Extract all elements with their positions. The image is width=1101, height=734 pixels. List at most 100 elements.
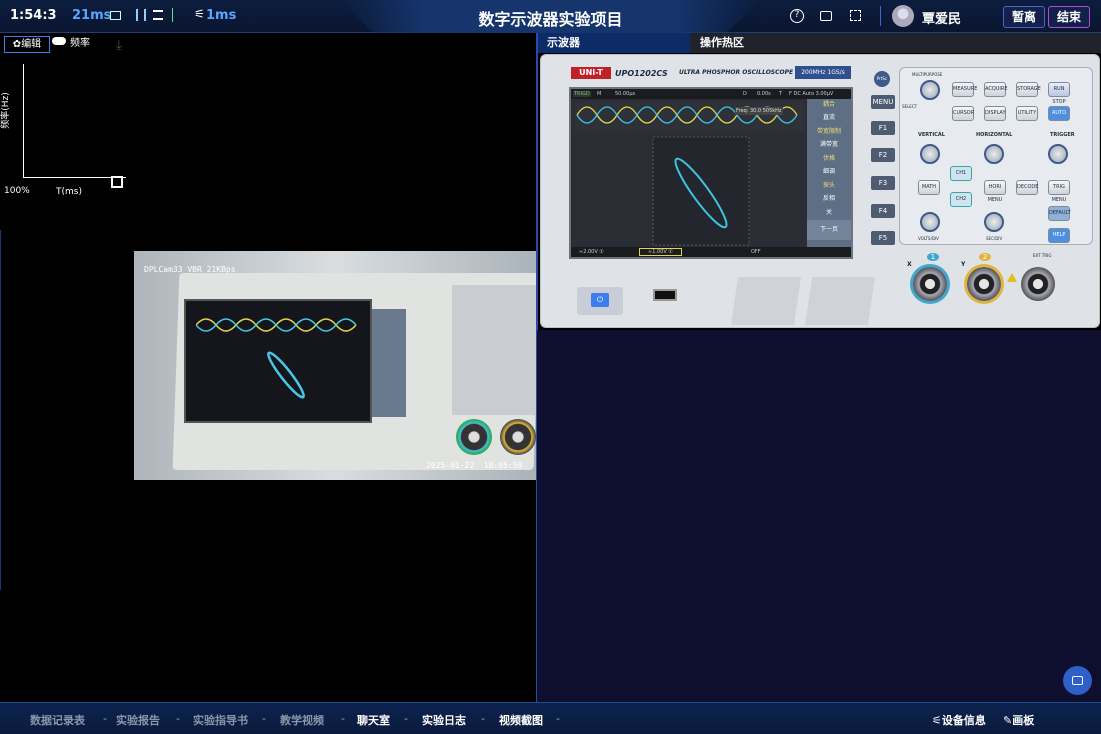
f4-button[interactable]: F4 [871,204,895,218]
scope-subtitle: ULTRA PHOSPHOR OSCILLOSCOPE [679,69,794,76]
footer-video[interactable]: 教学视频 [280,712,324,728]
video-scope-panel [452,285,537,415]
menu-button[interactable]: MENU [871,95,895,109]
oscilloscope-panel: UNI-T UPO1202CS ULTRA PHOSPHOR OSCILLOSC… [540,54,1100,328]
tab-oscilloscope[interactable]: 示波器 [537,33,690,53]
d-label: D [743,91,747,97]
screenshot-icon [1072,676,1083,685]
expand-icon[interactable] [111,176,123,188]
menu-item[interactable]: 满带宽 [807,138,851,152]
f5-button[interactable]: F5 [871,231,895,245]
m-label: M [597,91,602,97]
footer-data-record[interactable]: 数据记录表 [30,712,85,728]
fullscreen-icon[interactable] [850,10,861,21]
volts-div-knob[interactable] [920,212,940,232]
legend-toggle-icon[interactable] [52,37,66,45]
horizontal-position-knob[interactable] [984,144,1004,164]
default-button[interactable]: DEFAULT [1048,206,1071,221]
device-info-label: 设备信息 [941,714,986,727]
cursor-button[interactable]: CURSOR [952,106,974,121]
prtsc-button[interactable]: PrtSc [874,71,890,87]
footer-separator: - [481,712,485,725]
menu-item[interactable]: 直流 [807,111,851,125]
hori-menu-button[interactable]: HORI MENU [984,180,1006,203]
edit-button[interactable]: ✿编辑 [4,36,50,53]
scope-base-left [731,277,801,325]
device-info-link[interactable]: ⚟设备信息 [932,712,986,728]
footer-chat[interactable]: 聊天室 [357,712,390,728]
scope-model: UPO1202CS [615,69,668,78]
freq-readout: Freq: 30.0 505kHz [735,107,783,115]
auto-button[interactable]: AUTO [1048,106,1070,121]
sec-div-label: SEC/DIV [986,236,1003,241]
power-button[interactable]: ⏻ [577,287,623,315]
menu-item[interactable]: 下一页 [807,220,851,240]
warning-icon [1007,273,1017,282]
horizontal-label: HORIZONTAL [976,132,1013,138]
ch1-button[interactable]: CH1 [950,166,972,181]
menu-item[interactable]: 细调 [807,165,851,179]
f3-button[interactable]: F3 [871,176,895,190]
run-stop-button[interactable]: RUN STOP [1048,82,1070,105]
delay: 0.00s [757,91,771,97]
scope-spec: 200MHz 1GS/s [795,66,851,79]
trigger-level-knob[interactable] [1048,144,1068,164]
multipurpose-label: MULTIPURPOSE [912,72,943,77]
pen-icon: ✎ [1003,714,1013,727]
footer-report[interactable]: 实验报告 [116,712,160,728]
download-icon[interactable]: ⤓ [116,38,122,53]
chart-y-label: 频率(Hz) [0,92,11,129]
measure-button[interactable]: MEASURE [952,82,977,97]
footer-screenshot[interactable]: 视频截图 [499,712,543,728]
y-label: Y [961,261,966,268]
vertical-position-knob[interactable] [920,144,940,164]
menu-item[interactable]: 关 [807,206,851,220]
math-button[interactable]: MATH [918,180,940,195]
board-link[interactable]: ✎画板 [1003,712,1034,728]
volts-div-label: VOLTS/DIV [918,236,939,241]
footer-bar: 数据记录表 - 实验报告 - 实验指导书 - 教学视频 - 聊天室 - 实验日志… [0,702,1101,734]
end-button[interactable]: 结束 [1048,6,1090,28]
trig-menu-button[interactable]: TRIG MENU [1048,180,1070,203]
utility-button[interactable]: UTILITY [1016,106,1038,121]
ch1-number: 1 [927,253,939,261]
footer-guide[interactable]: 实验指导书 [193,712,248,728]
ch2-button[interactable]: CH2 [950,192,972,207]
multipurpose-knob[interactable] [920,80,940,100]
ch1-scale: ≈2.00V ① [579,249,604,255]
menu-item[interactable]: 带宽限制 [807,125,851,138]
chart-legend: 频率 [70,38,90,49]
ext-trig-label: EXT TRIG [1033,253,1052,258]
camera-video-feed: DPLCam33 VBR 21KBps 2025-01-22 18:05:59 [134,251,537,480]
chart-x-label: T(ms) [56,187,82,197]
f2-button[interactable]: F2 [871,148,895,162]
divider [880,6,881,26]
display-button[interactable]: DISPLAY [984,106,1006,121]
menu-item[interactable]: 伏格 [807,152,851,165]
sec-div-knob[interactable] [984,212,1004,232]
avatar[interactable] [892,5,914,27]
storage-button[interactable]: STORAGE [1016,82,1041,97]
screenshot-fab[interactable] [1063,666,1092,695]
ch-off: OFF [751,249,761,255]
menu-item[interactable]: 探头 [807,179,851,192]
acquire-button[interactable]: ACQUIRE [984,82,1008,97]
power-icon: ⏻ [591,293,609,307]
board-label: 画板 [1012,714,1035,727]
device-icon: ⚟ [932,714,942,727]
help-button[interactable]: HELP [1048,228,1070,243]
footer-separator: - [341,712,345,725]
footer-separator: - [404,712,408,725]
menu-item[interactable]: 反相 [807,192,851,206]
footer-log[interactable]: 实验日志 [422,712,466,728]
camera-icon[interactable] [820,11,832,21]
help-icon[interactable]: ? [790,9,804,23]
timebase: 50.00μs [615,91,636,97]
ch2-scale: ≈1.00V ① [639,248,682,256]
tab-hotzone[interactable]: 操作热区 [690,33,1101,53]
decode-button[interactable]: DECODE [1016,180,1038,195]
f1-button[interactable]: F1 [871,121,895,135]
menu-item[interactable]: 耦合 [807,99,851,111]
pause-button[interactable]: 暂离 [1003,6,1045,28]
video-bnc-2 [500,419,536,455]
